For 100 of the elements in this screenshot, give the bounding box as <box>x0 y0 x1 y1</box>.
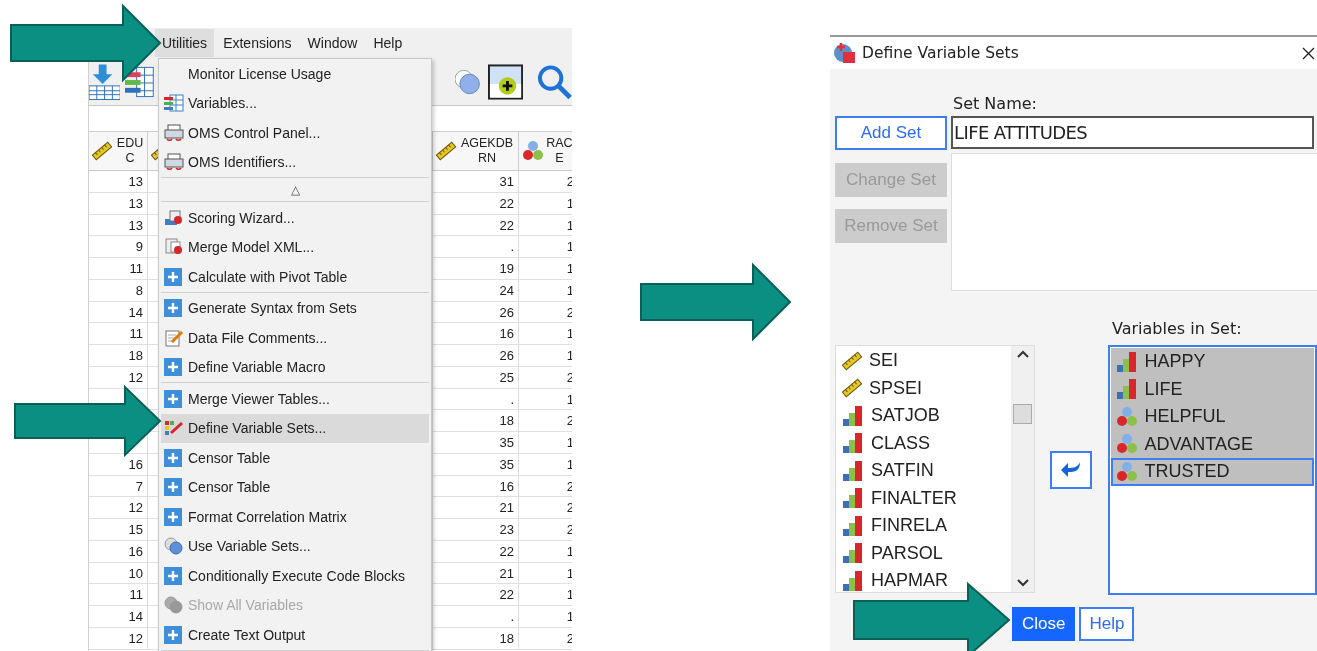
variable-item[interactable]: LIFE <box>1110 375 1314 403</box>
menu-item[interactable]: Define Variable Sets... <box>161 413 429 443</box>
menu-item[interactable]: OMS Identifiers... <box>161 147 429 177</box>
table-cell: 23 <box>499 522 514 537</box>
scrollbar[interactable] <box>1010 346 1034 592</box>
menu-item[interactable]: Merge Viewer Tables... <box>161 384 429 414</box>
table-cell: 14 <box>128 304 143 320</box>
bar-chart-icon <box>842 404 864 427</box>
plus-icon <box>164 478 182 497</box>
table-cell: 12 <box>128 500 143 516</box>
variable-sets-icon <box>164 419 184 438</box>
menu-item[interactable]: Format Correlation Matrix <box>161 502 429 532</box>
plus-icon <box>164 267 182 286</box>
table-cell: 19 <box>499 261 514 276</box>
menu-item[interactable]: Scoring Wizard... <box>161 203 429 233</box>
menu-item[interactable]: Define Variable Macro <box>161 352 429 382</box>
curved-arrow-icon <box>1060 461 1083 479</box>
table-cell: 15 <box>128 522 143 537</box>
dialog-button[interactable]: Close <box>1012 607 1076 641</box>
app-icon <box>834 42 856 64</box>
table-cell: 18 <box>128 348 143 363</box>
table-cell: 22 <box>499 543 514 559</box>
menu-bar-item[interactable]: Help <box>366 29 410 57</box>
table-cell: 18 <box>499 630 514 646</box>
menu-item[interactable]: Variables... <box>161 88 429 118</box>
document-icon <box>164 238 184 257</box>
menu-bar-item[interactable]: Extensions <box>216 29 299 57</box>
scroll-down-icon[interactable] <box>1016 578 1029 588</box>
table-cell: . <box>510 239 514 255</box>
table-cell: 14 <box>128 609 143 624</box>
table-cell: 35 <box>499 435 514 450</box>
scroll-thumb[interactable] <box>1012 404 1032 424</box>
list-label: Variables in Set: <box>1112 319 1243 340</box>
table-cell: 24 <box>499 282 514 298</box>
column-header[interactable]: EDUC <box>113 136 147 166</box>
variable-item[interactable]: FINRELA <box>836 512 1011 540</box>
menu-item[interactable]: OMS Control Panel... <box>161 118 429 148</box>
source-variables-list[interactable]: SEI SPSEI SATJOB CLASS SATFIN FINALTER FINRELA PARSOL HAPMAR <box>835 345 1035 593</box>
menu-item[interactable]: Generate Syntax from Sets <box>161 293 429 323</box>
plus-icon <box>164 625 182 644</box>
column-header[interactable]: AGEKDBRN <box>457 136 517 166</box>
variable-item[interactable]: SPSEI <box>836 374 1011 402</box>
close-icon[interactable] <box>1302 47 1315 60</box>
variable-item[interactable]: FINALTER <box>836 484 1011 512</box>
variable-item[interactable]: HAPPY <box>1110 348 1314 376</box>
bar-chart-icon <box>842 514 864 537</box>
table-icon <box>164 94 184 113</box>
variable-item[interactable]: PARSOL <box>836 539 1011 567</box>
variable-item[interactable]: SATFIN <box>836 457 1011 485</box>
table-cell: 16 <box>128 456 143 472</box>
variable-item[interactable]: HELPFUL <box>1110 403 1314 431</box>
plus-icon <box>164 299 182 318</box>
menu-item[interactable]: Censor Table <box>161 472 429 502</box>
column-header[interactable]: RACE <box>545 136 572 166</box>
menu-item[interactable]: Merge Model XML... <box>161 232 429 262</box>
table-cell: 16 <box>128 543 143 559</box>
table-cell: . <box>510 391 514 407</box>
menu-item[interactable]: Calculate with Pivot Table <box>161 262 429 292</box>
dialog-button[interactable]: Help <box>1079 607 1135 641</box>
table-cell: 7 <box>135 478 143 494</box>
three-circles-icon <box>1115 460 1138 483</box>
overlapping-circles-icon <box>164 596 184 615</box>
set-name-field[interactable]: LIFE ATTITUDES <box>951 116 1314 149</box>
wizard-icon <box>164 208 184 227</box>
three-circles-icon <box>1115 433 1138 456</box>
scroll-up-icon[interactable] <box>1016 349 1029 359</box>
bar-chart-icon <box>842 487 864 510</box>
table-cell: 22 <box>499 587 514 603</box>
menu-item[interactable]: Censor Table <box>161 443 429 473</box>
table-cell: 8 <box>135 282 143 298</box>
overlapping-circles-icon <box>164 537 184 556</box>
variable-item[interactable]: SATJOB <box>836 402 1011 430</box>
menu-item[interactable]: Create Text Output <box>161 620 429 650</box>
image-plus-icon[interactable] <box>488 63 524 100</box>
variable-item[interactable]: TRUSTED <box>1110 458 1314 486</box>
table-cell: 13 <box>128 217 143 233</box>
table-cell: 12 <box>128 369 143 385</box>
table-cell: 21 <box>499 500 514 516</box>
table-cell: 18 <box>499 413 514 429</box>
table-cell: 16 <box>499 326 514 342</box>
table-cell: 26 <box>499 304 514 320</box>
variable-item[interactable]: SEI <box>836 347 1011 375</box>
table-cell: 31 <box>499 174 514 189</box>
menu-bar-item[interactable]: Utilities <box>155 29 215 57</box>
menu-bar-item[interactable]: Window <box>300 29 365 57</box>
variable-item[interactable]: CLASS <box>836 429 1011 457</box>
set-variables-list[interactable]: HAPPY LIFE HELPFUL ADVANTAGE TRUSTED <box>1107 345 1317 595</box>
set-button[interactable]: Add Set <box>835 116 947 150</box>
menu-item[interactable]: Conditionally Execute Code Blocks <box>161 561 429 591</box>
scroll-up-arrow[interactable]: △ <box>161 179 429 201</box>
menu-item[interactable]: Monitor License Usage <box>161 59 429 89</box>
table-cell: 11 <box>129 326 143 342</box>
import-data-icon[interactable] <box>89 61 121 102</box>
table-cell: 11 <box>129 587 143 603</box>
variable-item[interactable]: ADVANTAGE <box>1110 430 1314 458</box>
move-back-button[interactable] <box>1050 451 1093 489</box>
menu-item[interactable]: Data File Comments... <box>161 323 429 353</box>
search-icon[interactable] <box>536 63 572 100</box>
variable-item[interactable]: HAPMAR <box>836 567 1011 595</box>
menu-item[interactable]: Use Variable Sets... <box>161 531 429 561</box>
